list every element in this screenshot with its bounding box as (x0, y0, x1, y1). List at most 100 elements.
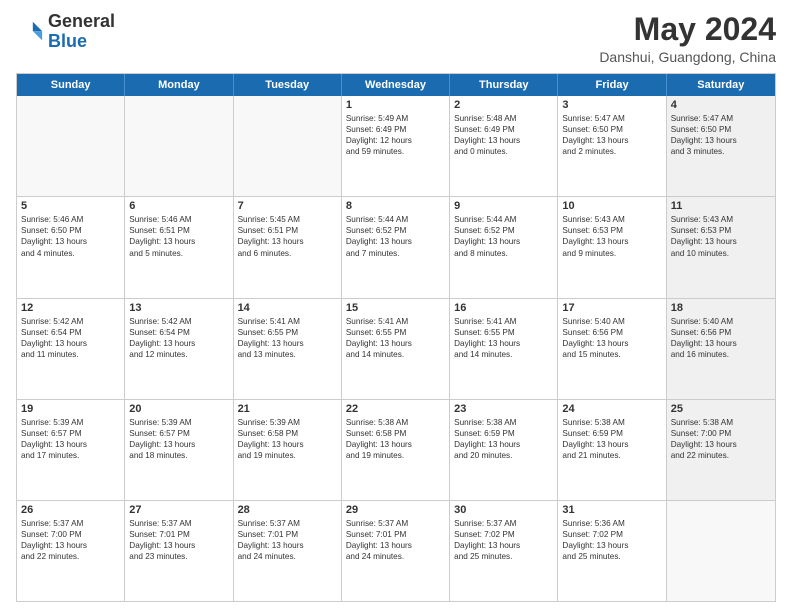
cell-line: and 12 minutes. (129, 349, 228, 360)
day-number: 29 (346, 504, 445, 516)
cell-line: Daylight: 13 hours (562, 540, 661, 551)
cell-line: and 19 minutes. (346, 450, 445, 461)
day-cell-24: 24 Sunrise: 5:38 AMSunset: 6:59 PMDayligh… (558, 400, 666, 500)
cell-line: Daylight: 13 hours (671, 236, 771, 247)
day-cell-14: 14Sunrise: 5:41 AMSunset: 6:55 PMDayligh… (234, 299, 342, 399)
day-cell-17: 17Sunrise: 5:40 AMSunset: 6:56 PMDayligh… (558, 299, 666, 399)
day-cell-21: 21Sunrise: 5:39 AMSunset: 6:58 PMDayligh… (234, 400, 342, 500)
cell-line: Sunrise: 5:40 AM (562, 316, 661, 327)
day-cell-28: 28Sunrise: 5:37 AMSunset: 7:01 PMDayligh… (234, 501, 342, 601)
cell-line: Sunset: 6:58 PM (346, 428, 445, 439)
day-cell-8: 8Sunrise: 5:44 AMSunset: 6:52 PMDaylight… (342, 197, 450, 297)
cell-line: Daylight: 13 hours (238, 540, 337, 551)
cell-line: Sunset: 6:58 PM (238, 428, 337, 439)
cell-line: Sunset: 6:50 PM (21, 225, 120, 236)
cell-line: and 23 minutes. (129, 551, 228, 562)
cell-line: Sunset: 6:52 PM (346, 225, 445, 236)
week-row-3: 12Sunrise: 5:42 AMSunset: 6:54 PMDayligh… (17, 299, 775, 400)
day-number: 10 (562, 200, 661, 212)
cell-line: and 7 minutes. (346, 248, 445, 259)
day-number: 16 (454, 302, 553, 314)
day-number: 24 (562, 403, 661, 415)
cell-line: Daylight: 13 hours (129, 236, 228, 247)
cell-line: Daylight: 12 hours (346, 135, 445, 146)
day-number: 5 (21, 200, 120, 212)
cell-line: Daylight: 13 hours (671, 439, 771, 450)
day-cell-27: 27Sunrise: 5:37 AMSunset: 7:01 PMDayligh… (125, 501, 233, 601)
cell-line: Sunset: 6:49 PM (454, 124, 553, 135)
day-cell-3: 3Sunrise: 5:47 AMSunset: 6:50 PMDaylight… (558, 96, 666, 196)
cell-line: Sunset: 7:01 PM (238, 529, 337, 540)
cell-line: Sunset: 6:55 PM (346, 327, 445, 338)
day-cell-15: 15Sunrise: 5:41 AMSunset: 6:55 PMDayligh… (342, 299, 450, 399)
day-number: 23 (454, 403, 553, 415)
cell-line: Sunrise: 5:46 AM (21, 214, 120, 225)
day-number: 20 (129, 403, 228, 415)
cell-line: Sunset: 6:54 PM (129, 327, 228, 338)
day-number: 31 (562, 504, 661, 516)
cell-line: Sunset: 6:59 PM (454, 428, 553, 439)
header-day-monday: Monday (125, 74, 233, 96)
cell-line: Sunset: 7:01 PM (346, 529, 445, 540)
day-number: 3 (562, 99, 661, 111)
cell-line: and 14 minutes. (454, 349, 553, 360)
cell-line: Sunset: 6:53 PM (562, 225, 661, 236)
header-day-tuesday: Tuesday (234, 74, 342, 96)
cell-line: Sunrise: 5:37 AM (129, 518, 228, 529)
day-number: 19 (21, 403, 120, 415)
cell-line: and 5 minutes. (129, 248, 228, 259)
day-cell-5: 5 Sunrise: 5:46 AMSunset: 6:50 PMDaylight… (17, 197, 125, 297)
day-cell-23: 23Sunrise: 5:38 AMSunset: 6:59 PMDayligh… (450, 400, 558, 500)
header-day-friday: Friday (558, 74, 666, 96)
cell-line: Sunrise: 5:37 AM (21, 518, 120, 529)
day-cell-6: 6Sunrise: 5:46 AMSunset: 6:51 PMDaylight… (125, 197, 233, 297)
main-title: May 2024 (599, 12, 776, 47)
cell-line: Daylight: 13 hours (671, 338, 771, 349)
cell-line: Sunset: 6:54 PM (21, 327, 120, 338)
cell-line: Sunrise: 5:39 AM (129, 417, 228, 428)
subtitle: Danshui, Guangdong, China (599, 49, 776, 65)
day-number: 4 (671, 99, 771, 111)
day-cell-4: 4Sunrise: 5:47 AMSunset: 6:50 PMDaylight… (667, 96, 775, 196)
day-cell-13: 13Sunrise: 5:42 AMSunset: 6:54 PMDayligh… (125, 299, 233, 399)
cell-line: and 25 minutes. (454, 551, 553, 562)
cell-line: and 0 minutes. (454, 146, 553, 157)
cell-line: and 22 minutes. (671, 450, 771, 461)
day-cell-empty (667, 501, 775, 601)
cell-line: and 17 minutes. (21, 450, 120, 461)
day-number: 8 (346, 200, 445, 212)
cell-line: Daylight: 13 hours (238, 338, 337, 349)
cell-line: Sunrise: 5:41 AM (454, 316, 553, 327)
cell-line: Daylight: 13 hours (21, 236, 120, 247)
cell-line: Sunset: 6:59 PM (562, 428, 661, 439)
cell-line: Sunset: 6:52 PM (454, 225, 553, 236)
cell-line: and 8 minutes. (454, 248, 553, 259)
day-cell-25: 25Sunrise: 5:38 AMSunset: 7:00 PMDayligh… (667, 400, 775, 500)
cell-line: Sunrise: 5:43 AM (671, 214, 771, 225)
header-day-wednesday: Wednesday (342, 74, 450, 96)
day-cell-19: 19Sunrise: 5:39 AMSunset: 6:57 PMDayligh… (17, 400, 125, 500)
cell-line: Sunset: 6:55 PM (454, 327, 553, 338)
cell-line: Sunset: 7:00 PM (671, 428, 771, 439)
header-day-thursday: Thursday (450, 74, 558, 96)
cell-line: Sunrise: 5:37 AM (238, 518, 337, 529)
cell-line: Sunset: 6:50 PM (671, 124, 771, 135)
cell-line: and 20 minutes. (454, 450, 553, 461)
day-number: 30 (454, 504, 553, 516)
cell-line: Sunset: 6:56 PM (562, 327, 661, 338)
cell-line: Daylight: 13 hours (454, 236, 553, 247)
cell-line: Daylight: 13 hours (562, 439, 661, 450)
cell-line: Sunrise: 5:38 AM (671, 417, 771, 428)
cell-line: Sunrise: 5:38 AM (346, 417, 445, 428)
cell-line: Sunset: 6:51 PM (129, 225, 228, 236)
cell-line: Sunrise: 5:40 AM (671, 316, 771, 327)
cell-line: Sunrise: 5:41 AM (346, 316, 445, 327)
day-number: 21 (238, 403, 337, 415)
cell-line: Sunrise: 5:38 AM (562, 417, 661, 428)
day-cell-22: 22Sunrise: 5:38 AMSunset: 6:58 PMDayligh… (342, 400, 450, 500)
day-number: 2 (454, 99, 553, 111)
cell-line: Daylight: 13 hours (129, 439, 228, 450)
cell-line: and 4 minutes. (21, 248, 120, 259)
cell-line: Sunrise: 5:43 AM (562, 214, 661, 225)
cell-line: Daylight: 13 hours (129, 540, 228, 551)
